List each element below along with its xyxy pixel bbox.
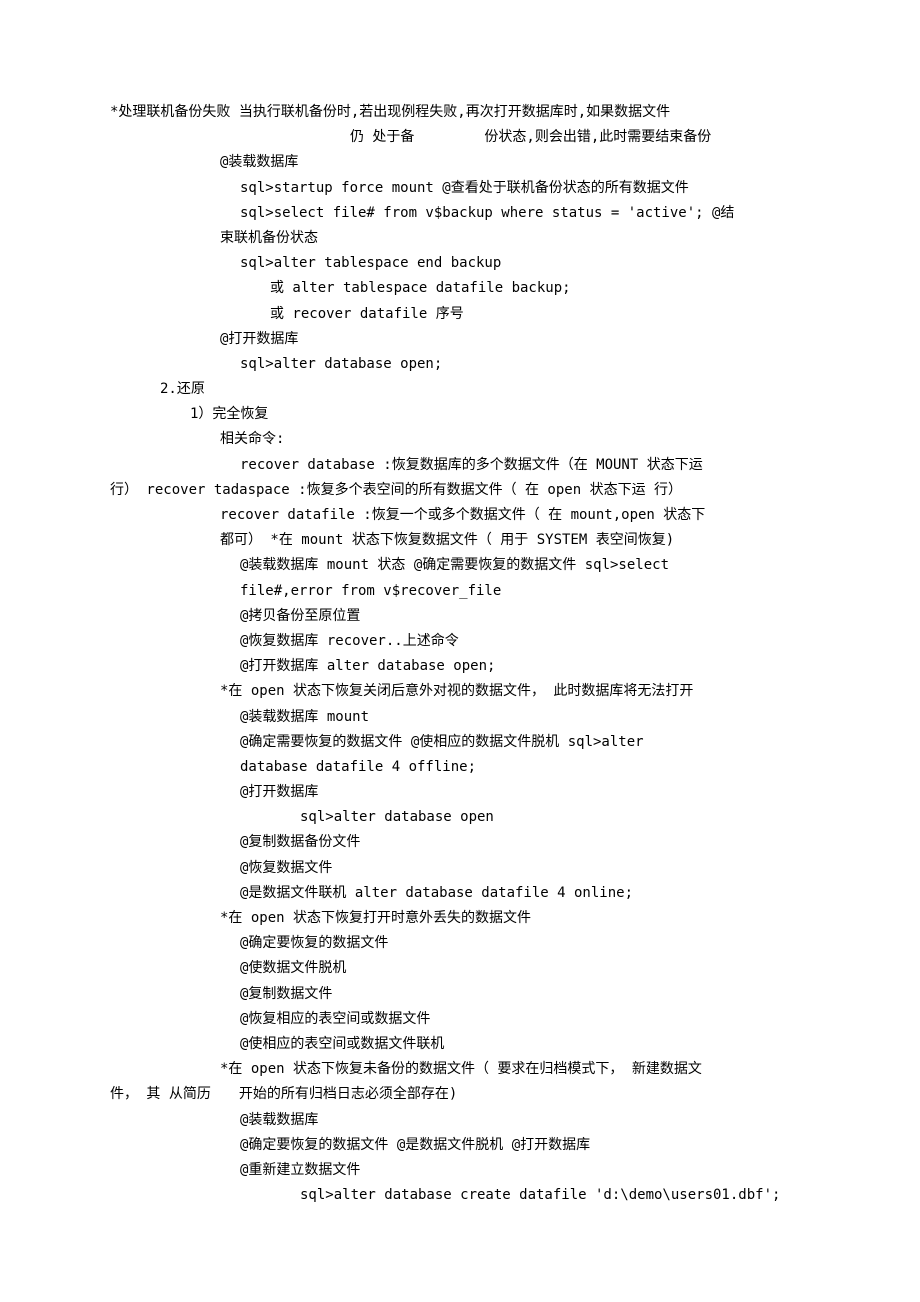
text-line: @使数据文件脱机 xyxy=(240,956,810,981)
text-line: recover datafile :恢复一个或多个数据文件（ 在 mount,o… xyxy=(220,503,810,528)
text-line: @重新建立数据文件 xyxy=(240,1158,810,1183)
text-line: @打开数据库 alter database open; xyxy=(240,654,810,679)
text-line: @恢复数据库 recover..上述命令 xyxy=(240,629,810,654)
text-line: @打开数据库 xyxy=(220,327,810,352)
text-line: *在 open 状态下恢复关闭后意外对视的数据文件， 此时数据库将无法打开 xyxy=(220,679,810,704)
text-line: file#,error from v$recover_file xyxy=(240,579,810,604)
text-line: @复制数据文件 xyxy=(240,982,810,1007)
text-line: @装载数据库 xyxy=(240,1108,810,1133)
text-line: 行） recover tadaspace :恢复多个表空间的所有数据文件（ 在 … xyxy=(110,478,810,503)
text-line: *处理联机备份失败 当执行联机备份时,若出现例程失败,再次打开数据库时,如果数据… xyxy=(110,100,810,125)
text-line: database datafile 4 offline; xyxy=(240,755,810,780)
text-line: sql>alter database create datafile 'd:\d… xyxy=(300,1183,810,1208)
text-line: *在 open 状态下恢复打开时意外丢失的数据文件 xyxy=(220,906,810,931)
text-line: @使相应的表空间或数据文件联机 xyxy=(240,1032,810,1057)
text-line: sql>alter database open xyxy=(300,805,810,830)
text-line: 1）完全恢复 xyxy=(190,402,810,427)
text-line: 或 alter tablespace datafile backup; xyxy=(270,276,810,301)
text-line: @装载数据库 xyxy=(220,150,810,175)
document-body: *处理联机备份失败 当执行联机备份时,若出现例程失败,再次打开数据库时,如果数据… xyxy=(110,100,810,1208)
text-line: @是数据文件联机 alter database datafile 4 onlin… xyxy=(240,881,810,906)
text-line: 相关命令: xyxy=(220,427,810,452)
text-line: 件， 其 从简历 开始的所有归档日志必须全部存在) xyxy=(110,1082,810,1107)
text-line: 仍 处于备 份状态,则会出错,此时需要结束备份 xyxy=(350,125,810,150)
text-line: 2.还原 xyxy=(160,377,810,402)
text-line: 都可） *在 mount 状态下恢复数据文件（ 用于 SYSTEM 表空间恢复) xyxy=(220,528,810,553)
text-line: sql>select file# from v$backup where sta… xyxy=(240,201,810,226)
text-line: @装载数据库 mount xyxy=(240,705,810,730)
text-line: @拷贝备份至原位置 xyxy=(240,604,810,629)
text-line: recover database :恢复数据库的多个数据文件（在 MOUNT 状… xyxy=(240,453,810,478)
text-line: @打开数据库 xyxy=(240,780,810,805)
text-line: @复制数据备份文件 xyxy=(240,830,810,855)
text-line: 或 recover datafile 序号 xyxy=(270,302,810,327)
text-line: 束联机备份状态 xyxy=(220,226,810,251)
text-line: sql>alter tablespace end backup xyxy=(240,251,810,276)
text-line: @确定要恢复的数据文件 @是数据文件脱机 @打开数据库 xyxy=(240,1133,810,1158)
text-line: sql>alter database open; xyxy=(240,352,810,377)
text-line: *在 open 状态下恢复未备份的数据文件（ 要求在归档模式下， 新建数据文 xyxy=(220,1057,810,1082)
text-line: @装载数据库 mount 状态 @确定需要恢复的数据文件 sql>select xyxy=(240,553,810,578)
text-line: @确定需要恢复的数据文件 @使相应的数据文件脱机 sql>alter xyxy=(240,730,810,755)
text-line: @确定要恢复的数据文件 xyxy=(240,931,810,956)
text-line: @恢复数据文件 xyxy=(240,856,810,881)
text-line: sql>startup force mount @查看处于联机备份状态的所有数据… xyxy=(240,176,810,201)
text-line: @恢复相应的表空间或数据文件 xyxy=(240,1007,810,1032)
